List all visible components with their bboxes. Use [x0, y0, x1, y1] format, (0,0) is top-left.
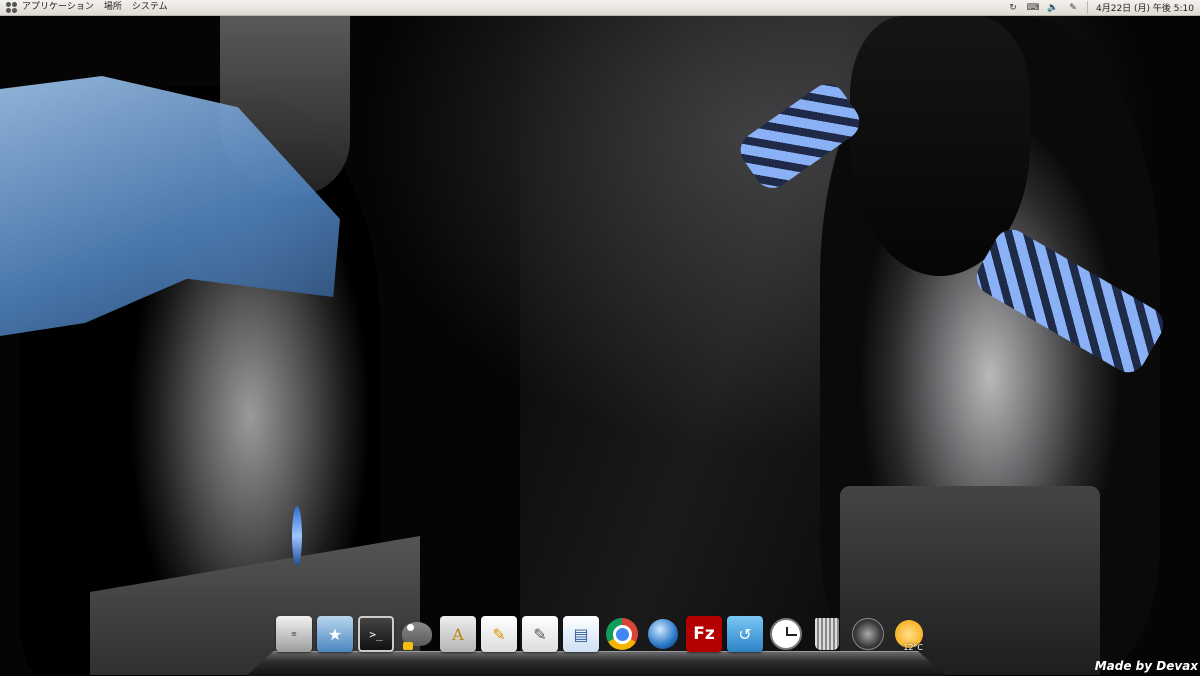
- system-tray: ↻ ⌨ 🔈 ✎ 4月22日 (月) 午後 5:10: [1003, 0, 1200, 15]
- weather-temperature: 12°C: [903, 643, 923, 652]
- chrome-icon[interactable]: [604, 616, 640, 652]
- top-panel: アプリケーション 場所 システム ↻ ⌨ 🔈 ✎ 4月22日 (月) 午後 5:…: [0, 0, 1200, 16]
- pen-icon[interactable]: ✎: [1067, 2, 1079, 14]
- volume-icon[interactable]: 🔈: [1047, 2, 1059, 14]
- desktop-wallpaper[interactable]: [0, 16, 1200, 675]
- system-monitor-icon[interactable]: ≡: [276, 616, 312, 652]
- clock-face-shape: [770, 618, 802, 650]
- font-viewer-icon[interactable]: A: [440, 616, 476, 652]
- clock-icon[interactable]: [768, 616, 804, 652]
- update-icon[interactable]: ↻: [1007, 2, 1019, 14]
- terminal-icon[interactable]: >_: [358, 616, 394, 652]
- weather-icon[interactable]: 12°C: [891, 616, 927, 652]
- shutdown-icon[interactable]: [850, 616, 886, 652]
- tray-divider: [1087, 1, 1088, 14]
- notes-editor-icon[interactable]: ✎: [522, 616, 558, 652]
- gimp-icon[interactable]: [399, 616, 435, 652]
- menu-system[interactable]: システム: [132, 0, 168, 15]
- wallpaper-credit: Made by Devax: [1094, 659, 1198, 673]
- chrome-ring-shape: [606, 618, 638, 650]
- gimp-eye-shape: [407, 624, 414, 631]
- trash-icon[interactable]: [809, 616, 845, 652]
- text-editor-icon[interactable]: ✎: [481, 616, 517, 652]
- filezilla-icon[interactable]: Fz: [686, 616, 722, 652]
- dock: ≡ ★ >_ A ✎ ✎ ▤ Fz ↺ 12°C: [276, 616, 927, 652]
- menu-applications[interactable]: アプリケーション: [22, 0, 94, 15]
- clock-label[interactable]: 4月22日 (月) 午後 5:10: [1096, 1, 1194, 14]
- trash-can-shape: [815, 618, 839, 650]
- power-button-shape: [852, 618, 884, 650]
- dock-shelf: [246, 651, 946, 676]
- main-menu-logo-icon[interactable]: [6, 1, 18, 14]
- browser-globe-shape: [648, 619, 678, 649]
- menu-places[interactable]: 場所: [104, 0, 122, 15]
- gimp-brush-shape: [403, 642, 413, 650]
- swirl-app-icon[interactable]: ↺: [727, 616, 763, 652]
- keyboard-icon[interactable]: ⌨: [1027, 2, 1040, 14]
- writer-document-icon[interactable]: ▤: [563, 616, 599, 652]
- home-folder-icon[interactable]: ★: [317, 616, 353, 652]
- wallpaper-navel-gem: [292, 506, 302, 566]
- web-browser-icon[interactable]: [645, 616, 681, 652]
